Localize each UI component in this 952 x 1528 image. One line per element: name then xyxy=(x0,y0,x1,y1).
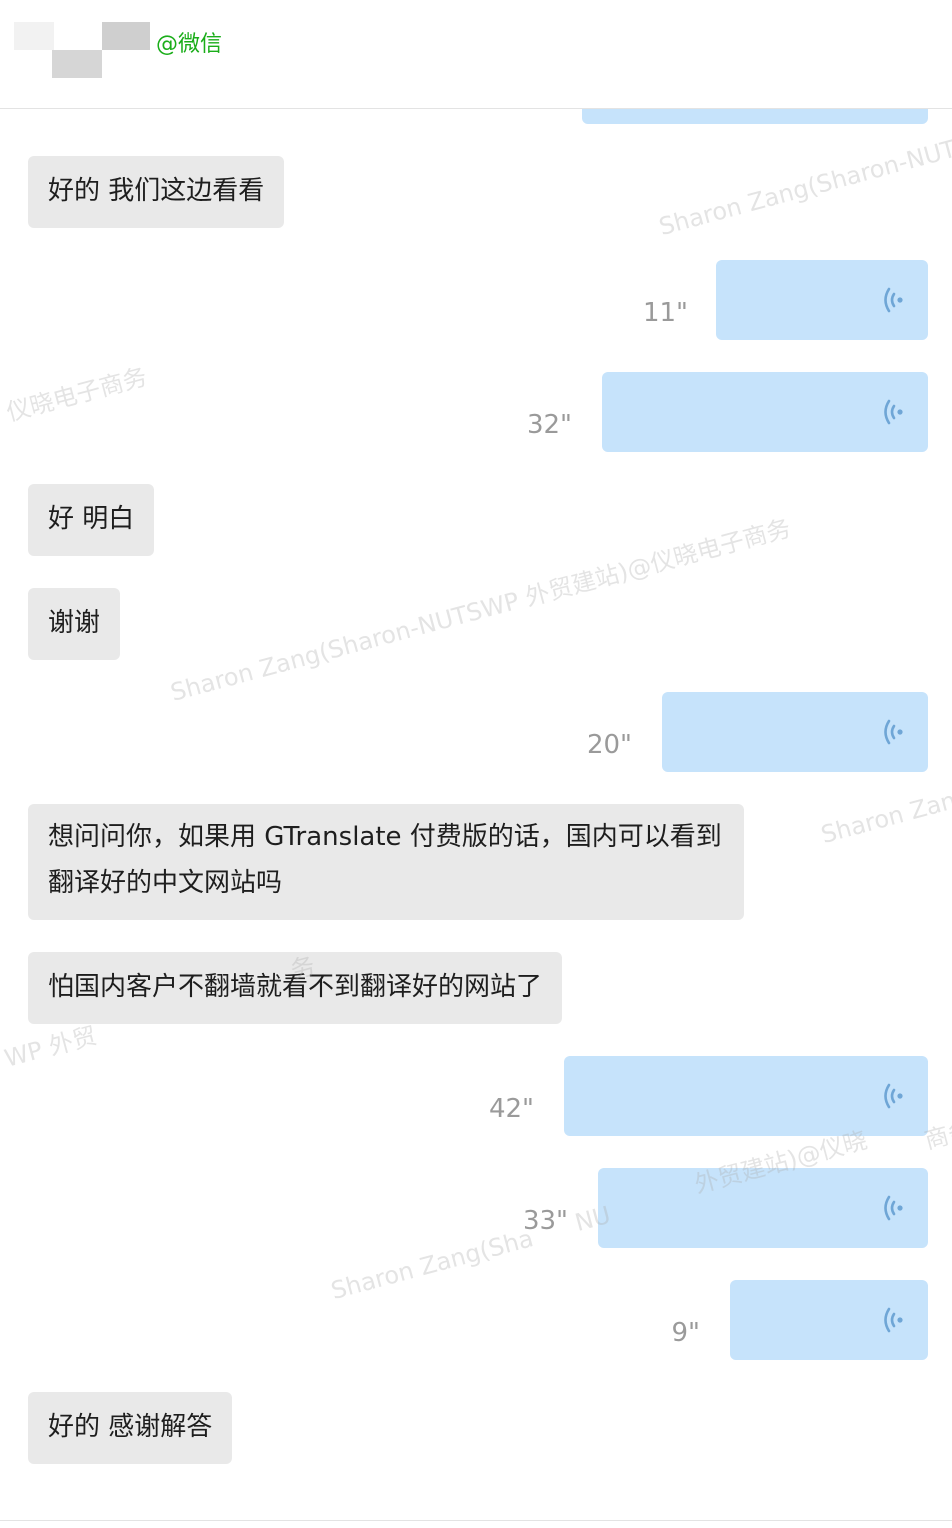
watermark-text: Sharon Zang xyxy=(818,782,952,850)
received-message: 怕国内客户不翻墙就看不到翻译好的网站了 xyxy=(28,952,563,1024)
voice-message[interactable] xyxy=(730,1280,928,1360)
watermark-text: Sharon Zang(Sha xyxy=(328,1224,537,1306)
received-message: 想问问你，如果用 GTranslate 付费版的话，国内可以看到翻译好的中文网站… xyxy=(28,804,744,920)
watermark-text: Sharon Zang(Sharon-NUT xyxy=(656,134,952,242)
voice-message[interactable] xyxy=(602,372,928,452)
watermark-text: Sharon Zang(Sharon-NUTSWP 外贸建站)@仪晓电子商务 xyxy=(167,513,794,707)
voice-duration: 9" xyxy=(671,1318,700,1348)
received-message: 谢谢 xyxy=(28,588,121,660)
received-message: 好 明白 xyxy=(28,484,155,556)
voice-message[interactable] xyxy=(662,692,928,772)
avatar-mosaic xyxy=(102,22,150,50)
voice-duration: 42" xyxy=(488,1094,534,1124)
voice-wave-icon xyxy=(884,1307,903,1333)
watermark-text: WP 外贸 xyxy=(1,1021,100,1073)
account-handle: @微信 xyxy=(156,32,223,57)
received-message: 好的 我们这边看看 xyxy=(28,156,285,228)
watermark-text: 仪晓电子商务 xyxy=(3,362,150,427)
voice-duration: 11" xyxy=(642,298,688,328)
avatar-mosaic xyxy=(14,22,54,50)
voice-wave-icon xyxy=(884,1195,903,1221)
voice-wave-icon xyxy=(884,287,903,313)
voice-message[interactable] xyxy=(564,1056,928,1136)
voice-duration: 32" xyxy=(526,410,572,440)
avatar-mosaic xyxy=(52,50,102,78)
voice-wave-icon xyxy=(884,399,903,425)
voice-duration: 33" xyxy=(522,1206,568,1236)
voice-message[interactable] xyxy=(716,260,928,340)
voice-wave-icon xyxy=(884,1083,903,1109)
chat-header: @微信 xyxy=(0,0,952,109)
voice-duration: 20" xyxy=(586,730,632,760)
voice-wave-icon xyxy=(884,719,903,745)
divider xyxy=(0,1520,952,1521)
voice-message[interactable] xyxy=(598,1168,928,1248)
received-message: 好的 感谢解答 xyxy=(28,1392,233,1464)
